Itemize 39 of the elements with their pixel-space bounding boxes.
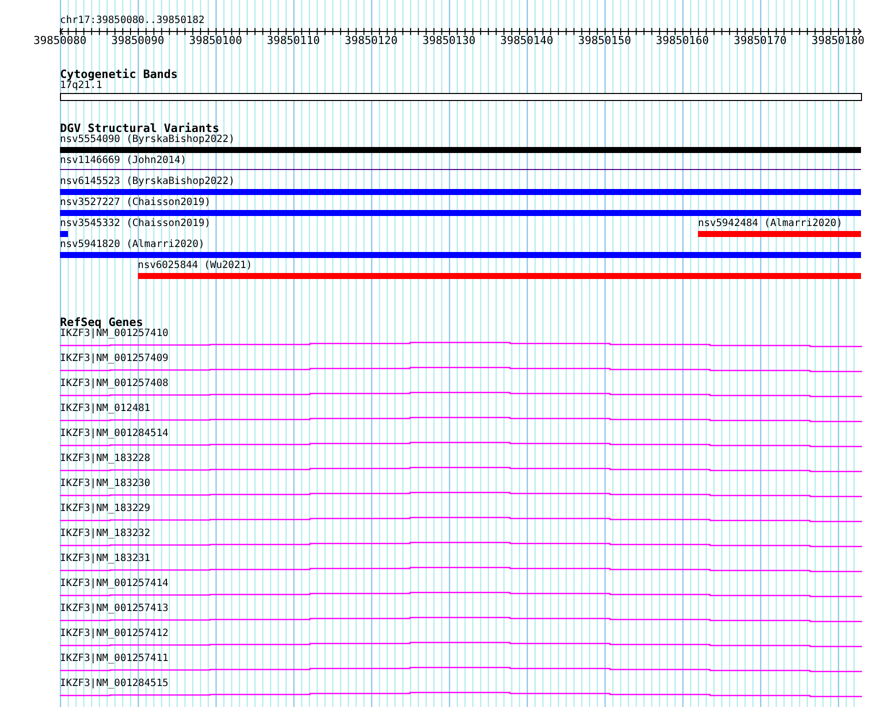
ruler-label: 39850150: [578, 35, 632, 47]
ruler-label: 39850140: [500, 35, 554, 47]
variant-label: nsv5941820 (Almarri2020): [60, 239, 204, 251]
gene-label: IKZF3|NM_001284514: [60, 428, 168, 440]
ruler-label: 39850110: [266, 35, 320, 47]
gene-label: IKZF3|NM_001257414: [60, 578, 168, 590]
ruler-label: 39850080: [34, 35, 86, 47]
gene-label: IKZF3|NM_183232: [60, 528, 150, 540]
gene-label: IKZF3|NM_001257408: [60, 378, 168, 390]
gene-label: IKZF3|NM_001257409: [60, 353, 168, 365]
gene-label: IKZF3|NM_012481: [60, 403, 150, 415]
variant-label: nsv6025844 (Wu2021): [138, 260, 252, 272]
ruler-label: 39850180: [812, 35, 864, 47]
track-title: RefSeq Genes: [60, 316, 144, 328]
variant-label: nsv3527227 (Chaisson2019): [60, 197, 211, 209]
gene-label: IKZF3|NM_001284515: [60, 678, 168, 690]
track-title: DGV Structural Variants: [60, 122, 220, 134]
location-label: chr17:39850080..39850182: [60, 15, 204, 27]
gene-label: IKZF3|NM_183228: [60, 453, 150, 465]
gene-label: IKZF3|NM_183230: [60, 478, 150, 490]
ruler-label: 39850090: [111, 35, 164, 47]
ruler-label: 39850160: [656, 35, 709, 47]
ruler-label: 39850100: [189, 35, 242, 47]
gene-label: IKZF3|NM_001257410: [60, 328, 168, 340]
gene-label: IKZF3|NM_183231: [60, 553, 150, 565]
band-label: 17q21.1: [60, 80, 102, 92]
variant-label: nsv6145523 (ByrskaBishop2022): [60, 176, 235, 188]
variant-label: nsv1146669 (John2014): [60, 155, 186, 167]
gene-label: IKZF3|NM_001257413: [60, 603, 168, 615]
ruler-label: 39850130: [422, 35, 476, 47]
track-title: Cytogenetic Bands: [60, 68, 178, 80]
ruler-label: 39850170: [734, 35, 787, 47]
ruler-label: 39850120: [344, 35, 398, 47]
gene-label: IKZF3|NM_001257411: [60, 653, 168, 665]
variant-label: nsv3545332 (Chaisson2019): [60, 218, 211, 230]
gene-label: IKZF3|NM_001257412: [60, 628, 168, 640]
gene-label: IKZF3|NM_183229: [60, 503, 150, 515]
variant-label: nsv5942484 (Almarri2020): [698, 218, 842, 230]
variant-label: nsv5554090 (ByrskaBishop2022): [60, 134, 235, 146]
